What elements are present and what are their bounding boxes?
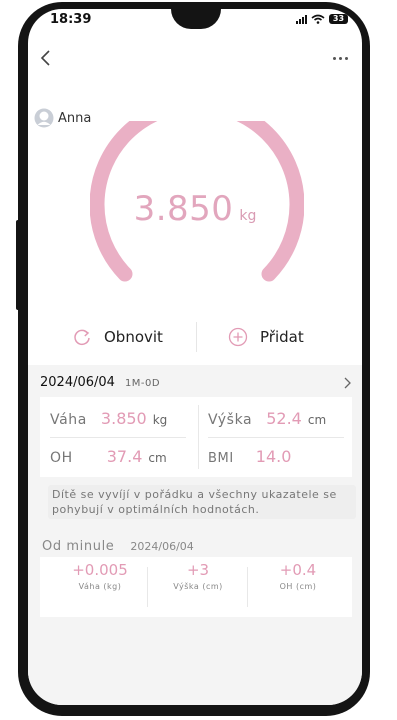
weight-unit: kg: [239, 208, 257, 224]
record-age: 1M-0D: [124, 378, 161, 389]
metric-bmi-value: 14.0: [255, 447, 292, 466]
comparison-head-value: +0.4: [279, 561, 317, 579]
comparison-height-value: +3: [186, 561, 210, 579]
status-note: Dítě se vyvíjí v pořádku a všechny ukaza…: [48, 485, 356, 519]
record-header[interactable]: 2024/06/04 1M-0D: [40, 375, 160, 390]
comparison-height: +3 Výška (cm): [146, 561, 250, 591]
action-bar: Obnovit Přidat: [28, 317, 362, 357]
since-last-label: Od minule: [42, 539, 115, 554]
metric-bmi: BMI 14.0: [208, 447, 291, 466]
back-button[interactable]: [36, 47, 56, 69]
volume-button: [16, 220, 20, 310]
metric-weight-unit: kg: [152, 413, 168, 427]
record-date: 2024/06/04: [40, 375, 115, 390]
user-name: Anna: [58, 110, 92, 126]
metric-head-label: OH: [50, 450, 73, 466]
metric-weight-value: 3.850: [100, 409, 147, 428]
weight-display: 3.850 kg: [28, 189, 362, 229]
refresh-label: Obnovit: [104, 328, 163, 346]
metric-weight-label: Váha: [50, 412, 87, 428]
card-divider: [198, 405, 199, 469]
metrics-card: Váha 3.850 kg Výška 52.4 cm OH 37.4 cm B…: [40, 397, 352, 477]
side-button: [366, 122, 370, 156]
metric-head: OH 37.4 cm: [50, 447, 167, 466]
refresh-button[interactable]: Obnovit: [72, 317, 163, 357]
metric-head-unit: cm: [148, 451, 167, 465]
add-label: Přidat: [260, 328, 304, 346]
app-screen: 18:39 33 Anna 3.850 kg Obnovit Přidat 20…: [28, 9, 362, 705]
comparison-head: +0.4 OH (cm): [246, 561, 350, 591]
card-divider: [50, 437, 186, 438]
add-icon: [228, 327, 248, 347]
comparison-head-label: OH (cm): [279, 582, 317, 591]
metric-bmi-label: BMI: [208, 451, 234, 466]
metric-height-label: Výška: [208, 412, 253, 428]
action-divider: [196, 322, 197, 352]
side-button: [366, 218, 370, 276]
comparison-weight-label: Váha (kg): [78, 582, 122, 591]
add-button[interactable]: Přidat: [228, 317, 304, 357]
avatar-icon: [34, 108, 54, 128]
record-panel: 2024/06/04 1M-0D Váha 3.850 kg Výška 52.…: [28, 365, 362, 705]
signal-icon: [296, 14, 307, 24]
battery-icon: 33: [329, 14, 348, 24]
camera-notch: [171, 9, 221, 29]
comparison-weight: +0.005 Váha (kg): [48, 561, 152, 591]
comparison-weight-value: +0.005: [72, 561, 128, 579]
metric-height: Výška 52.4 cm: [208, 409, 326, 428]
metric-weight: Váha 3.850 kg: [50, 409, 167, 428]
metric-height-unit: cm: [307, 413, 327, 427]
user-profile[interactable]: Anna: [34, 108, 91, 128]
since-last-date: 2024/06/04: [130, 540, 194, 553]
more-menu-button[interactable]: [333, 57, 348, 60]
status-time: 18:39: [50, 12, 92, 27]
status-icons: 33: [296, 14, 348, 24]
metric-height-value: 52.4: [266, 409, 302, 428]
metric-head-value: 37.4: [106, 447, 143, 466]
chevron-right-icon[interactable]: [342, 377, 352, 389]
since-last-header: Od minule 2024/06/04: [42, 539, 194, 554]
weight-value: 3.850: [133, 189, 234, 229]
refresh-icon: [74, 329, 90, 346]
comparison-height-label: Výška (cm): [173, 582, 223, 591]
wifi-icon: [311, 14, 325, 24]
card-divider: [208, 437, 344, 438]
